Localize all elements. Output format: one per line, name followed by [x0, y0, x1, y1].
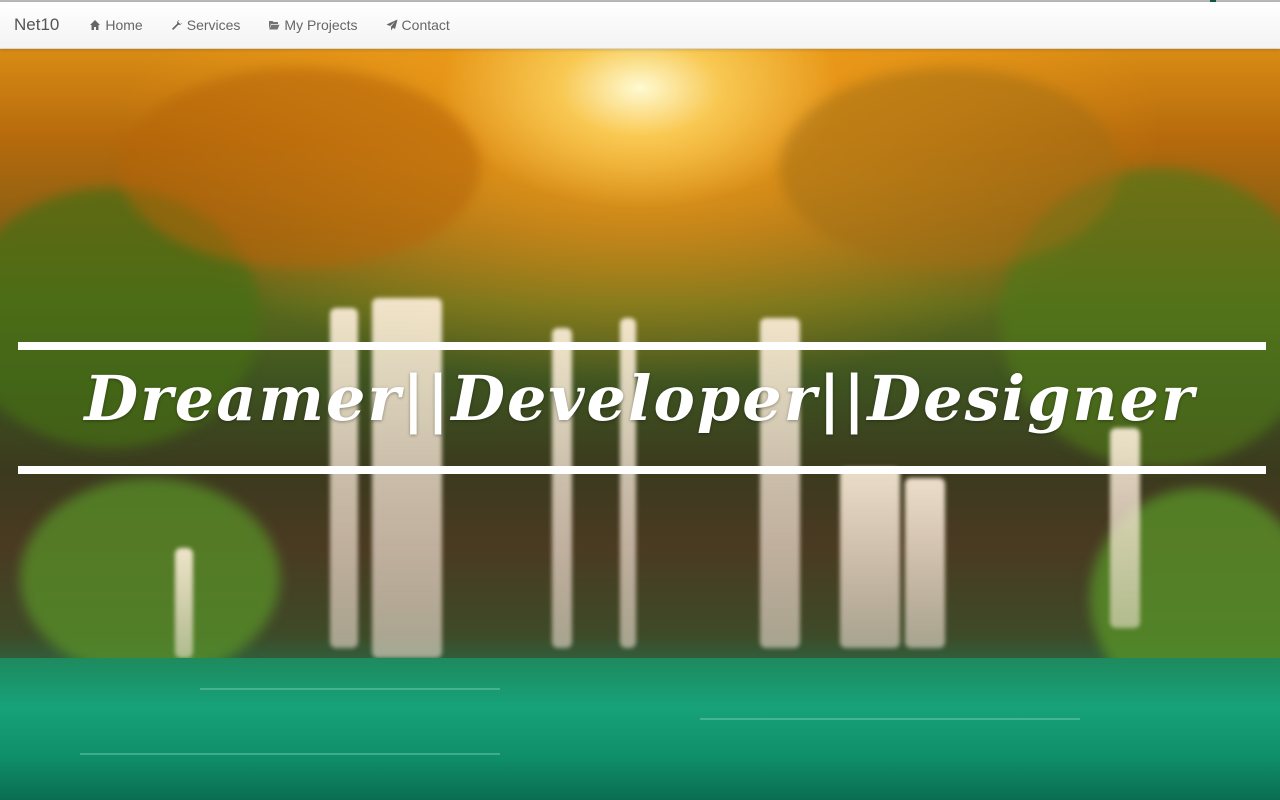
lake: [0, 658, 1280, 800]
nav-contact-label: Contact: [401, 17, 450, 33]
folder-open-icon: [269, 21, 280, 30]
waterfall: [905, 478, 945, 648]
foliage-lower-left: [20, 478, 280, 678]
foliage-top-left: [120, 68, 480, 268]
home-icon: [90, 20, 101, 30]
nav-contact[interactable]: Contact: [372, 2, 464, 48]
nav-home[interactable]: Home: [75, 2, 156, 48]
waterfall: [372, 298, 442, 658]
nav-services-label: Services: [186, 17, 241, 33]
foliage-top-right: [780, 68, 1120, 268]
nav-home-label: Home: [105, 17, 143, 33]
nav-services[interactable]: Services: [157, 2, 255, 48]
brand-link[interactable]: Net10: [14, 15, 59, 35]
hero-headline: Dreamer||Developer||Designer: [84, 362, 1196, 435]
paper-plane-icon: [386, 19, 398, 31]
water-reflection: [80, 753, 500, 755]
nav-my-projects[interactable]: My Projects: [254, 2, 371, 48]
waterfall: [840, 468, 900, 648]
headline-top-rule: [18, 342, 1266, 350]
navbar: Net10 Home Services My Projects Contact: [0, 2, 1280, 49]
waterfall: [175, 548, 193, 658]
wrench-icon: [171, 20, 182, 30]
water-reflection: [200, 688, 500, 690]
waterfall: [330, 308, 358, 648]
waterfall: [1110, 428, 1140, 628]
nav-my-projects-label: My Projects: [284, 17, 358, 33]
headline-bottom-rule: [18, 466, 1266, 474]
water-reflection: [700, 718, 1080, 720]
